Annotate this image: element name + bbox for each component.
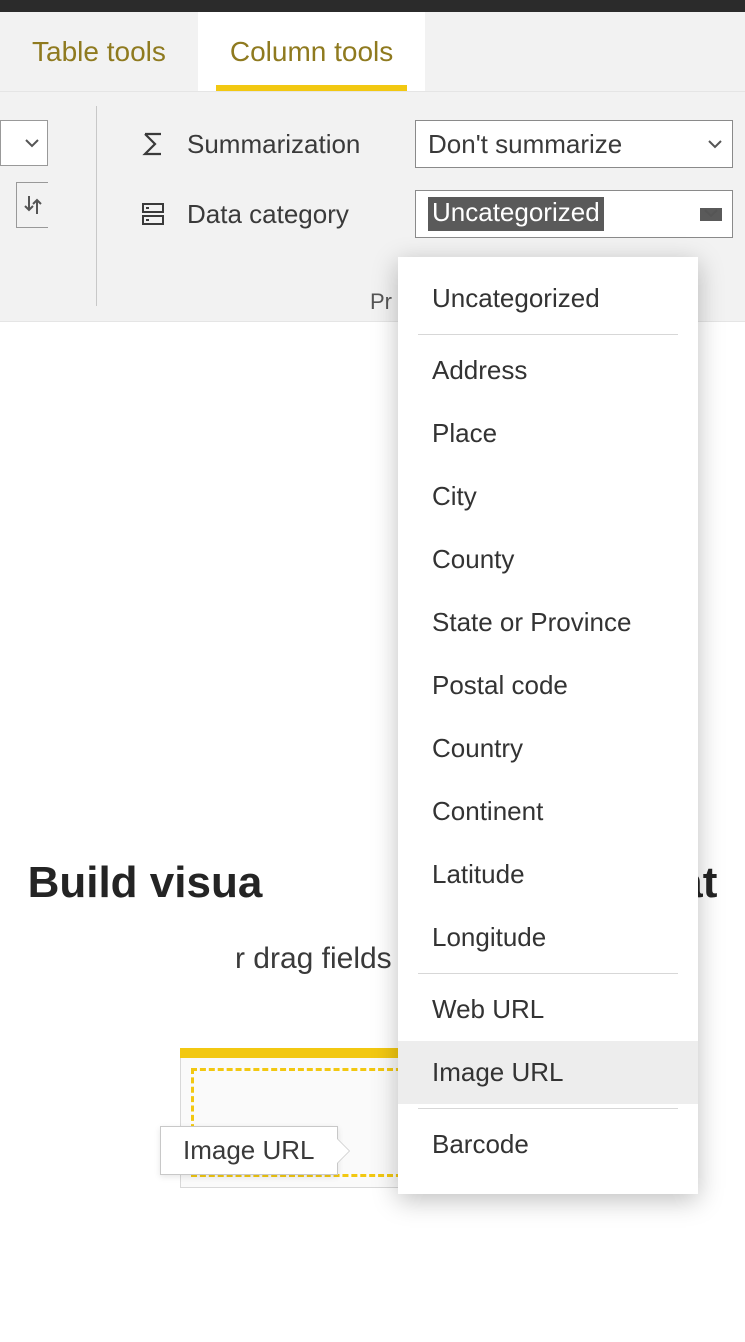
chevron-down-icon <box>25 138 39 148</box>
data-category-row: Data category Uncategorized <box>137 190 733 238</box>
summarization-label: Summarization <box>187 129 397 160</box>
format-select-stub[interactable] <box>0 120 48 166</box>
ribbon-left-stub <box>0 106 48 228</box>
drag-chip-label: Image URL <box>183 1135 315 1165</box>
dropdown-item[interactable]: City <box>398 465 698 528</box>
dropdown-item[interactable]: Barcode <box>398 1113 698 1176</box>
window-titlebar <box>0 0 745 12</box>
dropdown-separator <box>418 1108 678 1109</box>
dropdown-item[interactable]: Place <box>398 402 698 465</box>
tab-label: Column tools <box>230 36 393 68</box>
dropdown-separator <box>418 334 678 335</box>
data-category-icon <box>137 198 169 230</box>
dropdown-item[interactable]: Postal code <box>398 654 698 717</box>
dropdown-item[interactable]: Address <box>398 339 698 402</box>
data-category-value: Uncategorized <box>428 197 604 231</box>
sort-button-stub[interactable] <box>16 182 48 228</box>
summarization-value: Don't summarize <box>428 129 622 160</box>
dropdown-item[interactable]: Continent <box>398 780 698 843</box>
dropdown-separator <box>418 973 678 974</box>
tab-table-tools[interactable]: Table tools <box>0 12 198 91</box>
summarization-select[interactable]: Don't summarize <box>415 120 733 168</box>
dropdown-item[interactable]: County <box>398 528 698 591</box>
sort-icon <box>23 192 43 218</box>
dropdown-item[interactable]: Uncategorized <box>398 267 698 330</box>
dropdown-item[interactable]: Latitude <box>398 843 698 906</box>
ribbon-group-label: Pr <box>370 289 392 315</box>
chevron-down-icon <box>700 208 722 221</box>
ribbon-divider <box>96 106 97 306</box>
dropdown-item[interactable]: Image URL <box>398 1041 698 1104</box>
tab-column-tools[interactable]: Column tools <box>198 12 425 91</box>
drag-field-chip[interactable]: Image URL <box>160 1126 338 1175</box>
dropdown-item[interactable]: State or Province <box>398 591 698 654</box>
data-category-dropdown: Uncategorized AddressPlaceCityCountyState… <box>398 257 698 1194</box>
ribbon-tabs: Table tools Column tools <box>0 12 745 92</box>
dropdown-item[interactable]: Web URL <box>398 978 698 1041</box>
sigma-icon <box>137 128 169 160</box>
data-category-label: Data category <box>187 199 397 230</box>
summarization-row: Summarization Don't summarize <box>137 120 733 168</box>
tab-label: Table tools <box>32 36 166 68</box>
dropdown-item[interactable]: Longitude <box>398 906 698 969</box>
data-category-select[interactable]: Uncategorized <box>415 190 733 238</box>
chevron-down-icon <box>708 139 722 149</box>
dropdown-item[interactable]: Country <box>398 717 698 780</box>
